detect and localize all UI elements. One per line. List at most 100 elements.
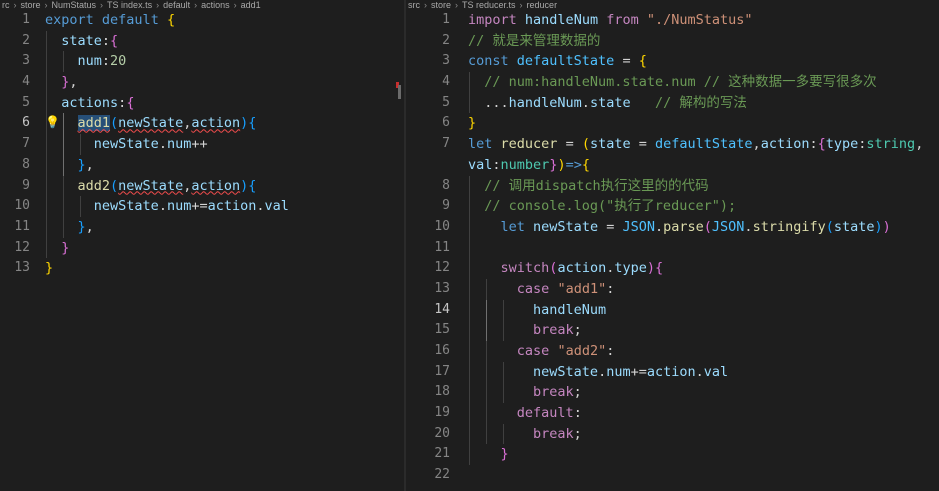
- code-line[interactable]: 6 add1(newState,action){: [0, 113, 405, 135]
- code-line[interactable]: val:number})=>{: [406, 155, 939, 176]
- code-token: .: [158, 198, 167, 215]
- code-line[interactable]: 9 add2(newState,action){: [0, 175, 405, 197]
- code-text[interactable]: switch(action.type){: [468, 258, 664, 279]
- code-text[interactable]: }: [45, 258, 53, 279]
- breadcrumb-item[interactable]: default: [163, 0, 190, 10]
- code-line[interactable]: 3 const defaultState = {: [406, 51, 939, 72]
- code-line[interactable]: 11: [406, 237, 939, 259]
- code-line[interactable]: 20 break;: [406, 423, 939, 445]
- code-line[interactable]: 12 switch(action.type){: [406, 258, 939, 279]
- code-token: number: [500, 156, 550, 173]
- code-text[interactable]: handleNum: [468, 300, 606, 321]
- code-token: =: [557, 136, 582, 153]
- breadcrumb-item[interactable]: store: [21, 0, 41, 10]
- code-token: .: [695, 363, 704, 380]
- code-line[interactable]: 7 newState.num++: [0, 134, 405, 155]
- lightbulb-icon[interactable]: 💡: [45, 115, 60, 129]
- code-line[interactable]: 1 export default {: [0, 10, 405, 31]
- breadcrumb-item[interactable]: TS index.ts: [107, 0, 152, 10]
- code-text[interactable]: // 就是来管理数据的: [468, 31, 600, 52]
- code-line[interactable]: 10 let newState = JSON.parse(JSON.string…: [406, 216, 939, 238]
- code-lines[interactable]: 1 import handleNum from "./NumStatus" 2 // …: [406, 10, 939, 486]
- code-text[interactable]: newState.num+=action.val: [468, 362, 728, 383]
- code-text[interactable]: ...handleNum.state // 解构的写法: [468, 93, 747, 114]
- code-lines[interactable]: 1 export default {2 state:{3 num:20 4 }, 5 …: [0, 10, 405, 279]
- code-text[interactable]: // 调用dispatch执行这里的的代码: [468, 176, 708, 197]
- code-token: action: [760, 136, 810, 153]
- code-token: state: [589, 136, 631, 153]
- code-token: .: [598, 363, 607, 380]
- code-line[interactable]: 5 actions:{: [0, 92, 405, 114]
- breadcrumb-item[interactable]: add1: [241, 0, 261, 10]
- code-text[interactable]: let newState = JSON.parse(JSON.stringify…: [468, 217, 891, 238]
- code-line[interactable]: 8 },: [0, 154, 405, 176]
- code-line[interactable]: 1 import handleNum from "./NumStatus": [406, 10, 939, 31]
- code-line[interactable]: 10 newState.num+=action.val: [0, 196, 405, 217]
- code-text[interactable]: case "add2":: [468, 341, 615, 362]
- code-line[interactable]: 13 case "add1":: [406, 278, 939, 300]
- code-line[interactable]: 11 },: [0, 216, 405, 238]
- code-text[interactable]: case "add1":: [468, 279, 615, 300]
- breadcrumb-item[interactable]: store: [431, 0, 451, 10]
- code-line[interactable]: 7 let reducer = (state = defaultState,act…: [406, 134, 939, 155]
- code-text[interactable]: const defaultState = {: [468, 51, 647, 72]
- code-text[interactable]: num:20: [45, 51, 127, 72]
- code-text[interactable]: add1(newState,action){: [45, 113, 256, 134]
- code-line[interactable]: 18 break;: [406, 382, 939, 404]
- code-line[interactable]: 3 num:20: [0, 51, 405, 73]
- breadcrumb[interactable]: src › store › TS reducer.ts › reducer: [406, 0, 939, 10]
- code-text[interactable]: },: [45, 155, 94, 176]
- code-text[interactable]: val:number})=>{: [468, 155, 590, 176]
- code-text[interactable]: newState.num++: [45, 134, 208, 155]
- code-line[interactable]: 6}: [406, 113, 939, 134]
- code-line[interactable]: 13}: [0, 258, 405, 279]
- breadcrumb-item[interactable]: src: [408, 0, 420, 10]
- code-line[interactable]: 12 }: [0, 237, 405, 259]
- code-text[interactable]: }: [45, 238, 69, 259]
- breadcrumb-item[interactable]: actions: [201, 0, 230, 10]
- code-text[interactable]: state:{: [45, 31, 118, 52]
- code-line[interactable]: 14 handleNum: [406, 299, 939, 321]
- breadcrumb-item[interactable]: rc: [2, 0, 10, 10]
- code-token: switch: [500, 260, 550, 277]
- code-text[interactable]: },: [45, 217, 94, 238]
- code-line[interactable]: 9 // console.log("执行了reducer");: [406, 196, 939, 217]
- code-text[interactable]: // num:handleNum.state.num // 这种数据一多要写很多…: [468, 72, 876, 93]
- editor-pane-reducer[interactable]: src › store › TS reducer.ts › reducer 1 import …: [406, 0, 939, 491]
- code-text[interactable]: }: [468, 113, 476, 134]
- code-line[interactable]: 17 newState.num+=action.val: [406, 361, 939, 383]
- code-line[interactable]: 8 // 调用dispatch执行这里的的代码: [406, 175, 939, 197]
- editor-pane-index[interactable]: rc › store › NumStatus › TS index.ts › default › a…: [0, 0, 405, 491]
- code-line[interactable]: 4 // num:handleNum.state.num // 这种数据一多要写…: [406, 72, 939, 93]
- breadcrumb[interactable]: rc › store › NumStatus › TS index.ts › default › a…: [0, 0, 405, 10]
- code-line[interactable]: 21 }: [406, 444, 939, 466]
- code-line[interactable]: 22: [406, 465, 939, 486]
- indent-guide: [469, 72, 470, 93]
- code-line[interactable]: 2 // 就是来管理数据的: [406, 31, 939, 52]
- code-text[interactable]: newState.num+=action.val: [45, 196, 289, 217]
- code-text[interactable]: export default {: [45, 10, 175, 31]
- code-line[interactable]: 2 state:{: [0, 30, 405, 52]
- indent-guide: [46, 154, 47, 176]
- code-line[interactable]: 15 break;: [406, 320, 939, 341]
- code-text[interactable]: // console.log("执行了reducer");: [468, 196, 736, 217]
- code-text[interactable]: import handleNum from "./NumStatus": [468, 10, 753, 31]
- code-text[interactable]: add2(newState,action){: [45, 176, 257, 197]
- breadcrumb-item[interactable]: NumStatus: [52, 0, 97, 10]
- code-text[interactable]: },: [45, 72, 77, 93]
- code-line[interactable]: 16 case "add2":: [406, 341, 939, 362]
- code-line[interactable]: 19 default:: [406, 403, 939, 424]
- breadcrumb-item[interactable]: TS reducer.ts: [462, 0, 516, 10]
- code-line[interactable]: 5 ...handleNum.state // 解构的写法: [406, 92, 939, 114]
- code-token: .: [581, 94, 590, 111]
- code-token: {: [817, 136, 826, 153]
- code-text[interactable]: actions:{: [45, 93, 134, 114]
- breadcrumb-item[interactable]: reducer: [527, 0, 558, 10]
- code-text[interactable]: let reducer = (state = defaultState,acti…: [468, 134, 923, 155]
- code-text[interactable]: }: [468, 444, 509, 465]
- code-line[interactable]: 4 },: [0, 72, 405, 93]
